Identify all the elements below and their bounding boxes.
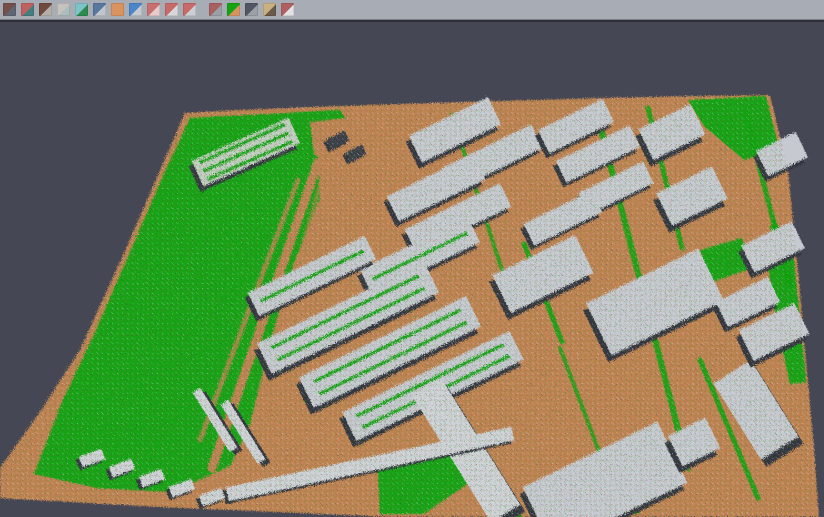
toolbar-button-shaded-sphere[interactable]: [244, 2, 259, 17]
toolbar-button-tin-surface[interactable]: [38, 2, 53, 17]
measure-crop-icon: [263, 3, 276, 16]
contours-icon: [57, 3, 70, 16]
toolbar-button-image-overlay[interactable]: [20, 2, 35, 17]
toolbar-button-grid-checker[interactable]: [208, 2, 223, 17]
toolbar-button-select-extent[interactable]: [182, 2, 197, 17]
image-overlay-icon: [21, 3, 34, 16]
point-cloud-render: [0, 22, 824, 517]
target-ring-icon: [165, 3, 178, 16]
toolbar-button-ortho-view[interactable]: [110, 2, 125, 17]
classification-colors-icon: [227, 3, 240, 16]
toolbar-button-layer-list[interactable]: [146, 2, 161, 17]
toolbar-button-contours[interactable]: [56, 2, 71, 17]
tin-surface-icon: [39, 3, 52, 16]
terrain-shade-icon: [75, 3, 88, 16]
point-cloud-viewer-window: [0, 0, 824, 517]
toolbar-button-terrain-shade[interactable]: [74, 2, 89, 17]
select-extent-icon: [183, 3, 196, 16]
toolbar-button-point-display[interactable]: [2, 2, 17, 17]
toolbar-button-profile-view[interactable]: [92, 2, 107, 17]
toolbar-button-extra-tool[interactable]: [280, 2, 295, 17]
toolbar-button-globe-3d[interactable]: [128, 2, 143, 17]
extra-tool-icon: [281, 3, 294, 16]
point-display-icon: [3, 3, 16, 16]
grid-checker-icon: [209, 3, 222, 16]
profile-view-icon: [93, 3, 106, 16]
toolbar-button-target-ring[interactable]: [164, 2, 179, 17]
toolbar-button-classification-colors[interactable]: [226, 2, 241, 17]
3d-viewport[interactable]: [0, 22, 824, 517]
toolbar-separator: [200, 2, 208, 17]
layer-list-icon: [147, 3, 160, 16]
globe-3d-icon: [129, 3, 142, 16]
toolbar-button-measure-crop[interactable]: [262, 2, 277, 17]
ortho-view-icon: [111, 3, 124, 16]
toolbar: [0, 0, 824, 20]
shaded-sphere-icon: [245, 3, 258, 16]
